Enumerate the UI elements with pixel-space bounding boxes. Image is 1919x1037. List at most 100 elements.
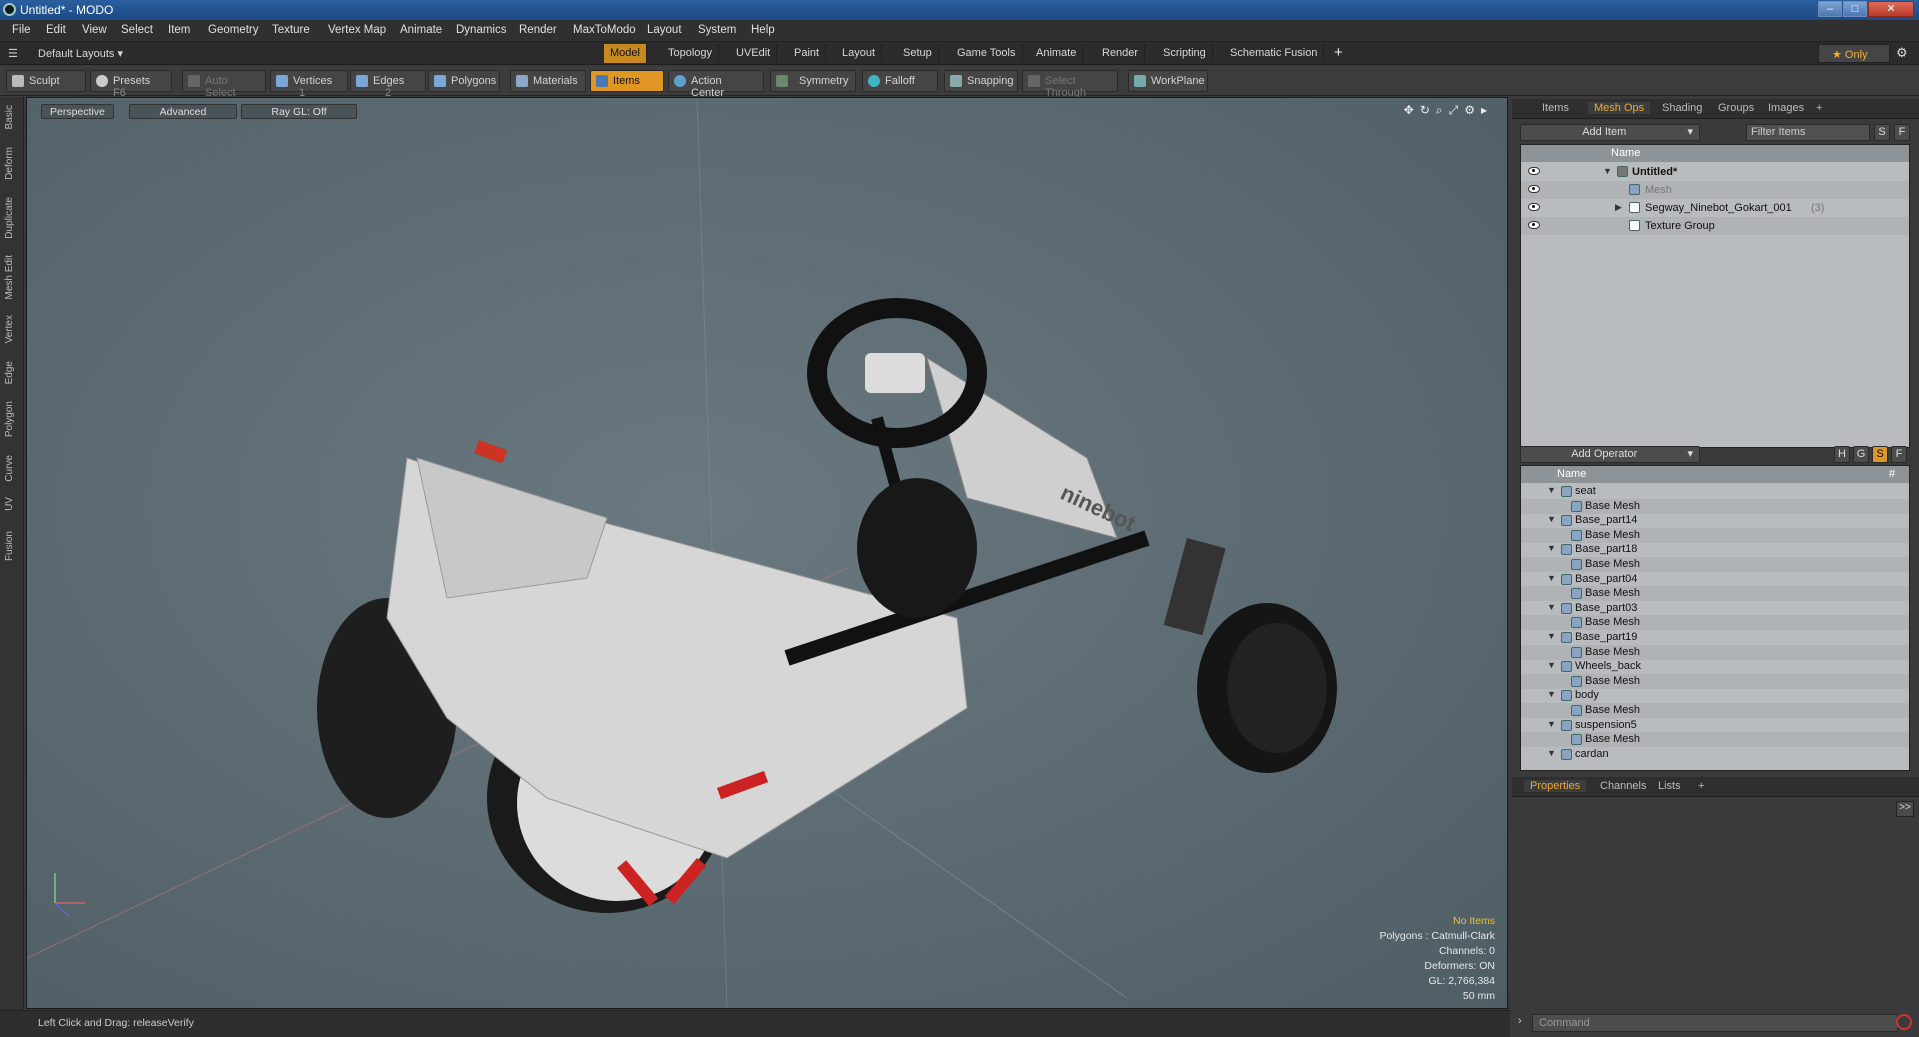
tab-setup[interactable]: Setup: [897, 44, 939, 63]
s-button[interactable]: S: [1874, 124, 1890, 141]
meshop-row[interactable]: Base Mesh: [1521, 644, 1909, 660]
expand-triangle-icon[interactable]: ▼: [1547, 514, 1556, 524]
meshop-row[interactable]: ▼ Base_part04: [1521, 572, 1909, 587]
visibility-eye-icon[interactable]: [1528, 221, 1540, 229]
meshop-row[interactable]: Base Mesh: [1521, 557, 1909, 572]
tab-scripting[interactable]: Scripting: [1157, 44, 1213, 63]
add-properties-tab[interactable]: +: [1692, 780, 1710, 792]
snapping-button[interactable]: Snapping: [944, 70, 1018, 92]
action-center-button[interactable]: Action Center: [668, 70, 764, 99]
strip-edge[interactable]: Edge: [4, 361, 15, 384]
strip-fusion[interactable]: Fusion: [4, 531, 15, 561]
tree-row-mesh[interactable]: Mesh: [1521, 181, 1909, 199]
meshop-row[interactable]: ▼ Base_part14: [1521, 513, 1909, 528]
strip-vertex[interactable]: Vertex: [4, 315, 15, 343]
meshop-row[interactable]: ▼ suspension5: [1521, 718, 1909, 733]
menu-render[interactable]: Render: [519, 24, 557, 36]
gear-icon[interactable]: ⚙: [1896, 45, 1908, 61]
meshop-row[interactable]: ▼ cardan: [1521, 747, 1909, 762]
menu-file[interactable]: File: [12, 24, 31, 36]
strip-deform[interactable]: Deform: [4, 147, 15, 180]
tab-properties[interactable]: Properties: [1524, 780, 1587, 792]
expand-button[interactable]: >>: [1896, 801, 1914, 817]
tab-lists[interactable]: Lists: [1652, 780, 1687, 792]
add-item-dropdown[interactable]: Add Item ▾: [1520, 124, 1700, 141]
meshop-row[interactable]: ▼ Base_part18: [1521, 542, 1909, 557]
s-toggle[interactable]: S: [1872, 446, 1888, 463]
tab-mesh-ops[interactable]: Mesh Ops: [1588, 102, 1651, 114]
expand-triangle-icon[interactable]: ▼: [1547, 719, 1556, 729]
workplane-button[interactable]: WorkPlane: [1128, 70, 1208, 92]
menu-edit[interactable]: Edit: [46, 24, 66, 36]
expand-triangle-icon[interactable]: ▼: [1547, 573, 1556, 583]
expand-triangle-icon[interactable]: ▼: [1603, 166, 1612, 176]
g-button[interactable]: G: [1853, 446, 1869, 463]
filter-items-input[interactable]: Filter Items: [1746, 124, 1870, 141]
expand-triangle-icon[interactable]: ▼: [1547, 660, 1556, 670]
edges-button[interactable]: Edges 2: [350, 70, 426, 99]
items-button[interactable]: Items: [590, 70, 664, 92]
meshop-row[interactable]: Base Mesh: [1521, 615, 1909, 631]
meshop-row[interactable]: Base Mesh: [1521, 673, 1909, 689]
strip-polygon[interactable]: Polygon: [4, 401, 15, 437]
expand-triangle-icon[interactable]: ▼: [1547, 748, 1556, 758]
tab-paint[interactable]: Paint: [788, 44, 827, 63]
layout-selector[interactable]: Default Layouts ▾: [38, 47, 123, 60]
visibility-eye-icon[interactable]: [1528, 167, 1540, 175]
select-through-button[interactable]: Select Through: [1022, 70, 1118, 99]
maximize-button[interactable]: □: [1843, 1, 1867, 17]
meshop-row[interactable]: ▼ seat: [1521, 484, 1909, 499]
tree-row-texture-group[interactable]: Texture Group: [1521, 217, 1909, 235]
menu-view[interactable]: View: [82, 24, 107, 36]
meshop-row[interactable]: Base Mesh: [1521, 527, 1909, 543]
tab-animate[interactable]: Animate: [1030, 44, 1084, 63]
record-icon[interactable]: [1896, 1014, 1912, 1030]
minimize-button[interactable]: –: [1818, 1, 1842, 17]
tab-shading[interactable]: Shading: [1656, 102, 1708, 114]
only-toggle[interactable]: ★ Only: [1818, 44, 1890, 63]
strip-mesh-edit[interactable]: Mesh Edit: [4, 255, 15, 299]
menu-select[interactable]: Select: [121, 24, 153, 36]
tab-render[interactable]: Render: [1096, 44, 1146, 63]
meshop-row[interactable]: ▼ Base_part19: [1521, 630, 1909, 645]
menu-help[interactable]: Help: [751, 24, 775, 36]
menu-vertex-map[interactable]: Vertex Map: [328, 24, 386, 36]
expand-triangle-icon[interactable]: ▼: [1547, 689, 1556, 699]
meshop-row[interactable]: Base Mesh: [1521, 703, 1909, 718]
meshop-row[interactable]: ▼ Base_part03: [1521, 601, 1909, 616]
menu-dynamics[interactable]: Dynamics: [456, 24, 506, 36]
tab-schematic-fusion[interactable]: Schematic Fusion: [1224, 44, 1325, 63]
strip-curve[interactable]: Curve: [4, 455, 15, 482]
strip-duplicate[interactable]: Duplicate: [4, 197, 15, 239]
tab-model[interactable]: Model: [604, 44, 647, 63]
close-button[interactable]: ✕: [1868, 1, 1914, 17]
tab-uvedit[interactable]: UVEdit: [730, 44, 778, 63]
falloff-button[interactable]: Falloff: [862, 70, 938, 92]
tab-items[interactable]: Items: [1536, 102, 1575, 114]
menu-maxtomodo[interactable]: MaxToModo: [573, 24, 636, 36]
expand-triangle-icon[interactable]: ▶: [1615, 202, 1622, 213]
vertices-button[interactable]: Vertices 1: [270, 70, 348, 99]
3d-viewport[interactable]: Perspective Advanced Ray GL: Off ✥↻⌕⤢⚙▸ …: [26, 97, 1508, 1009]
materials-button[interactable]: Materials: [510, 70, 586, 92]
h-button[interactable]: H: [1834, 446, 1850, 463]
meshop-row[interactable]: Base Mesh: [1521, 586, 1909, 602]
strip-basic[interactable]: Basic: [4, 105, 15, 129]
menu-animate[interactable]: Animate: [400, 24, 442, 36]
menu-geometry[interactable]: Geometry: [208, 24, 259, 36]
meshop-row[interactable]: ▼ body: [1521, 688, 1909, 703]
tab-layout[interactable]: Layout: [836, 44, 883, 63]
tab-images[interactable]: Images: [1762, 102, 1810, 114]
add-operator-dropdown[interactable]: Add Operator ▾: [1520, 446, 1700, 463]
layout-menu-icon[interactable]: ☰: [8, 47, 18, 60]
tree-row-untitled[interactable]: ▼ Untitled*: [1521, 163, 1909, 181]
add-tab-button[interactable]: +: [1334, 44, 1343, 61]
auto-select-button[interactable]: Auto Select: [182, 70, 266, 99]
command-input[interactable]: Command: [1532, 1014, 1898, 1032]
tab-topology[interactable]: Topology: [662, 44, 720, 63]
tab-groups[interactable]: Groups: [1712, 102, 1760, 114]
menu-system[interactable]: System: [698, 24, 736, 36]
expand-triangle-icon[interactable]: ▼: [1547, 631, 1556, 641]
presets-button[interactable]: Presets F6: [90, 70, 172, 99]
menu-item[interactable]: Item: [168, 24, 190, 36]
